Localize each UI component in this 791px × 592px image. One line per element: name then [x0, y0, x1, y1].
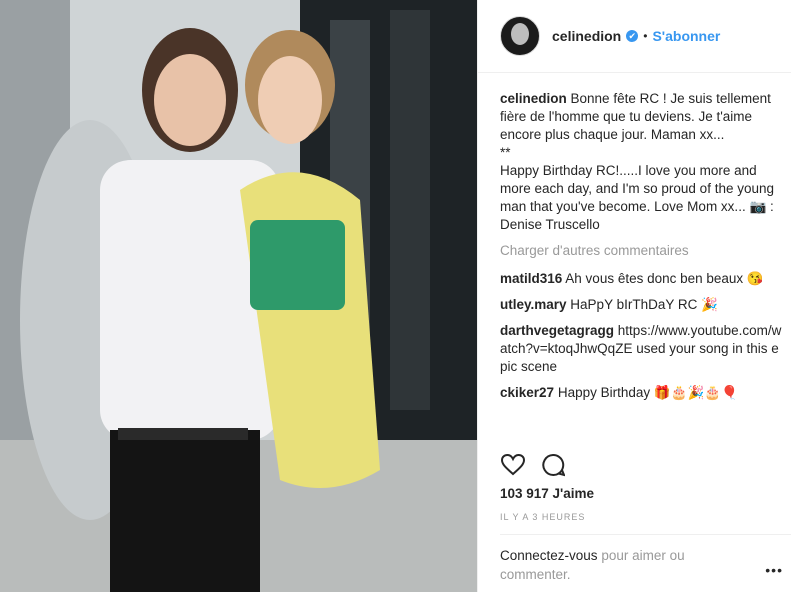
heart-icon[interactable] — [500, 452, 526, 478]
login-link[interactable]: Connectez-vous — [500, 548, 598, 563]
post-side-panel: celinedion ✔ • S'abonner celinedion Bonn… — [477, 0, 791, 592]
comment-item: utley.mary HaPpY bIrThDaY RC 🎉 — [500, 296, 785, 314]
login-prompt: Connectez-vous pour aimer ou commenter. — [500, 546, 730, 584]
load-more-comments-link[interactable]: Charger d'autres commentaires — [500, 242, 785, 260]
comment-item: matild316 Ah vous êtes donc ben beaux 😘 — [500, 270, 785, 288]
comment-username[interactable]: darthvegetagragg — [500, 323, 614, 338]
post-photo-illustration — [0, 0, 477, 592]
comment-text: HaPpY bIrThDaY RC 🎉 — [570, 297, 718, 312]
comment-username[interactable]: utley.mary — [500, 297, 567, 312]
comment-item: darthvegetagragg https://www.youtube.com… — [500, 322, 785, 376]
divider — [500, 534, 791, 535]
comment-username[interactable]: ckiker27 — [500, 385, 554, 400]
post-photo[interactable] — [0, 0, 477, 592]
header-username[interactable]: celinedion — [552, 28, 621, 44]
caption-username[interactable]: celinedion — [500, 91, 567, 106]
post-actions — [500, 452, 566, 478]
comment-username[interactable]: matild316 — [500, 271, 562, 286]
instagram-post: celinedion ✔ • S'abonner celinedion Bonn… — [0, 0, 791, 592]
post-header: celinedion ✔ • S'abonner — [478, 0, 791, 73]
caption-text: Bonne fête RC ! Je suis tellement fière … — [500, 91, 774, 232]
header-separator: • — [643, 29, 648, 43]
more-options-icon[interactable]: ••• — [765, 562, 783, 578]
caption: celinedion Bonne fête RC ! Je suis telle… — [500, 90, 785, 234]
comment-icon[interactable] — [540, 452, 566, 478]
comment-item: ckiker27 Happy Birthday 🎁🎂🎉🎂🎈 — [500, 384, 785, 402]
comments-list[interactable]: celinedion Bonne fête RC ! Je suis telle… — [500, 90, 785, 440]
likes-count[interactable]: 103 917 J'aime — [500, 486, 594, 501]
comment-text: Happy Birthday 🎁🎂🎉🎂🎈 — [557, 385, 738, 400]
timestamp: IL Y A 3 HEURES — [500, 512, 586, 522]
verified-icon: ✔ — [626, 30, 639, 42]
avatar[interactable] — [500, 16, 540, 56]
comment-text: Ah vous êtes donc ben beaux 😘 — [565, 271, 764, 286]
follow-button[interactable]: S'abonner — [652, 28, 720, 44]
